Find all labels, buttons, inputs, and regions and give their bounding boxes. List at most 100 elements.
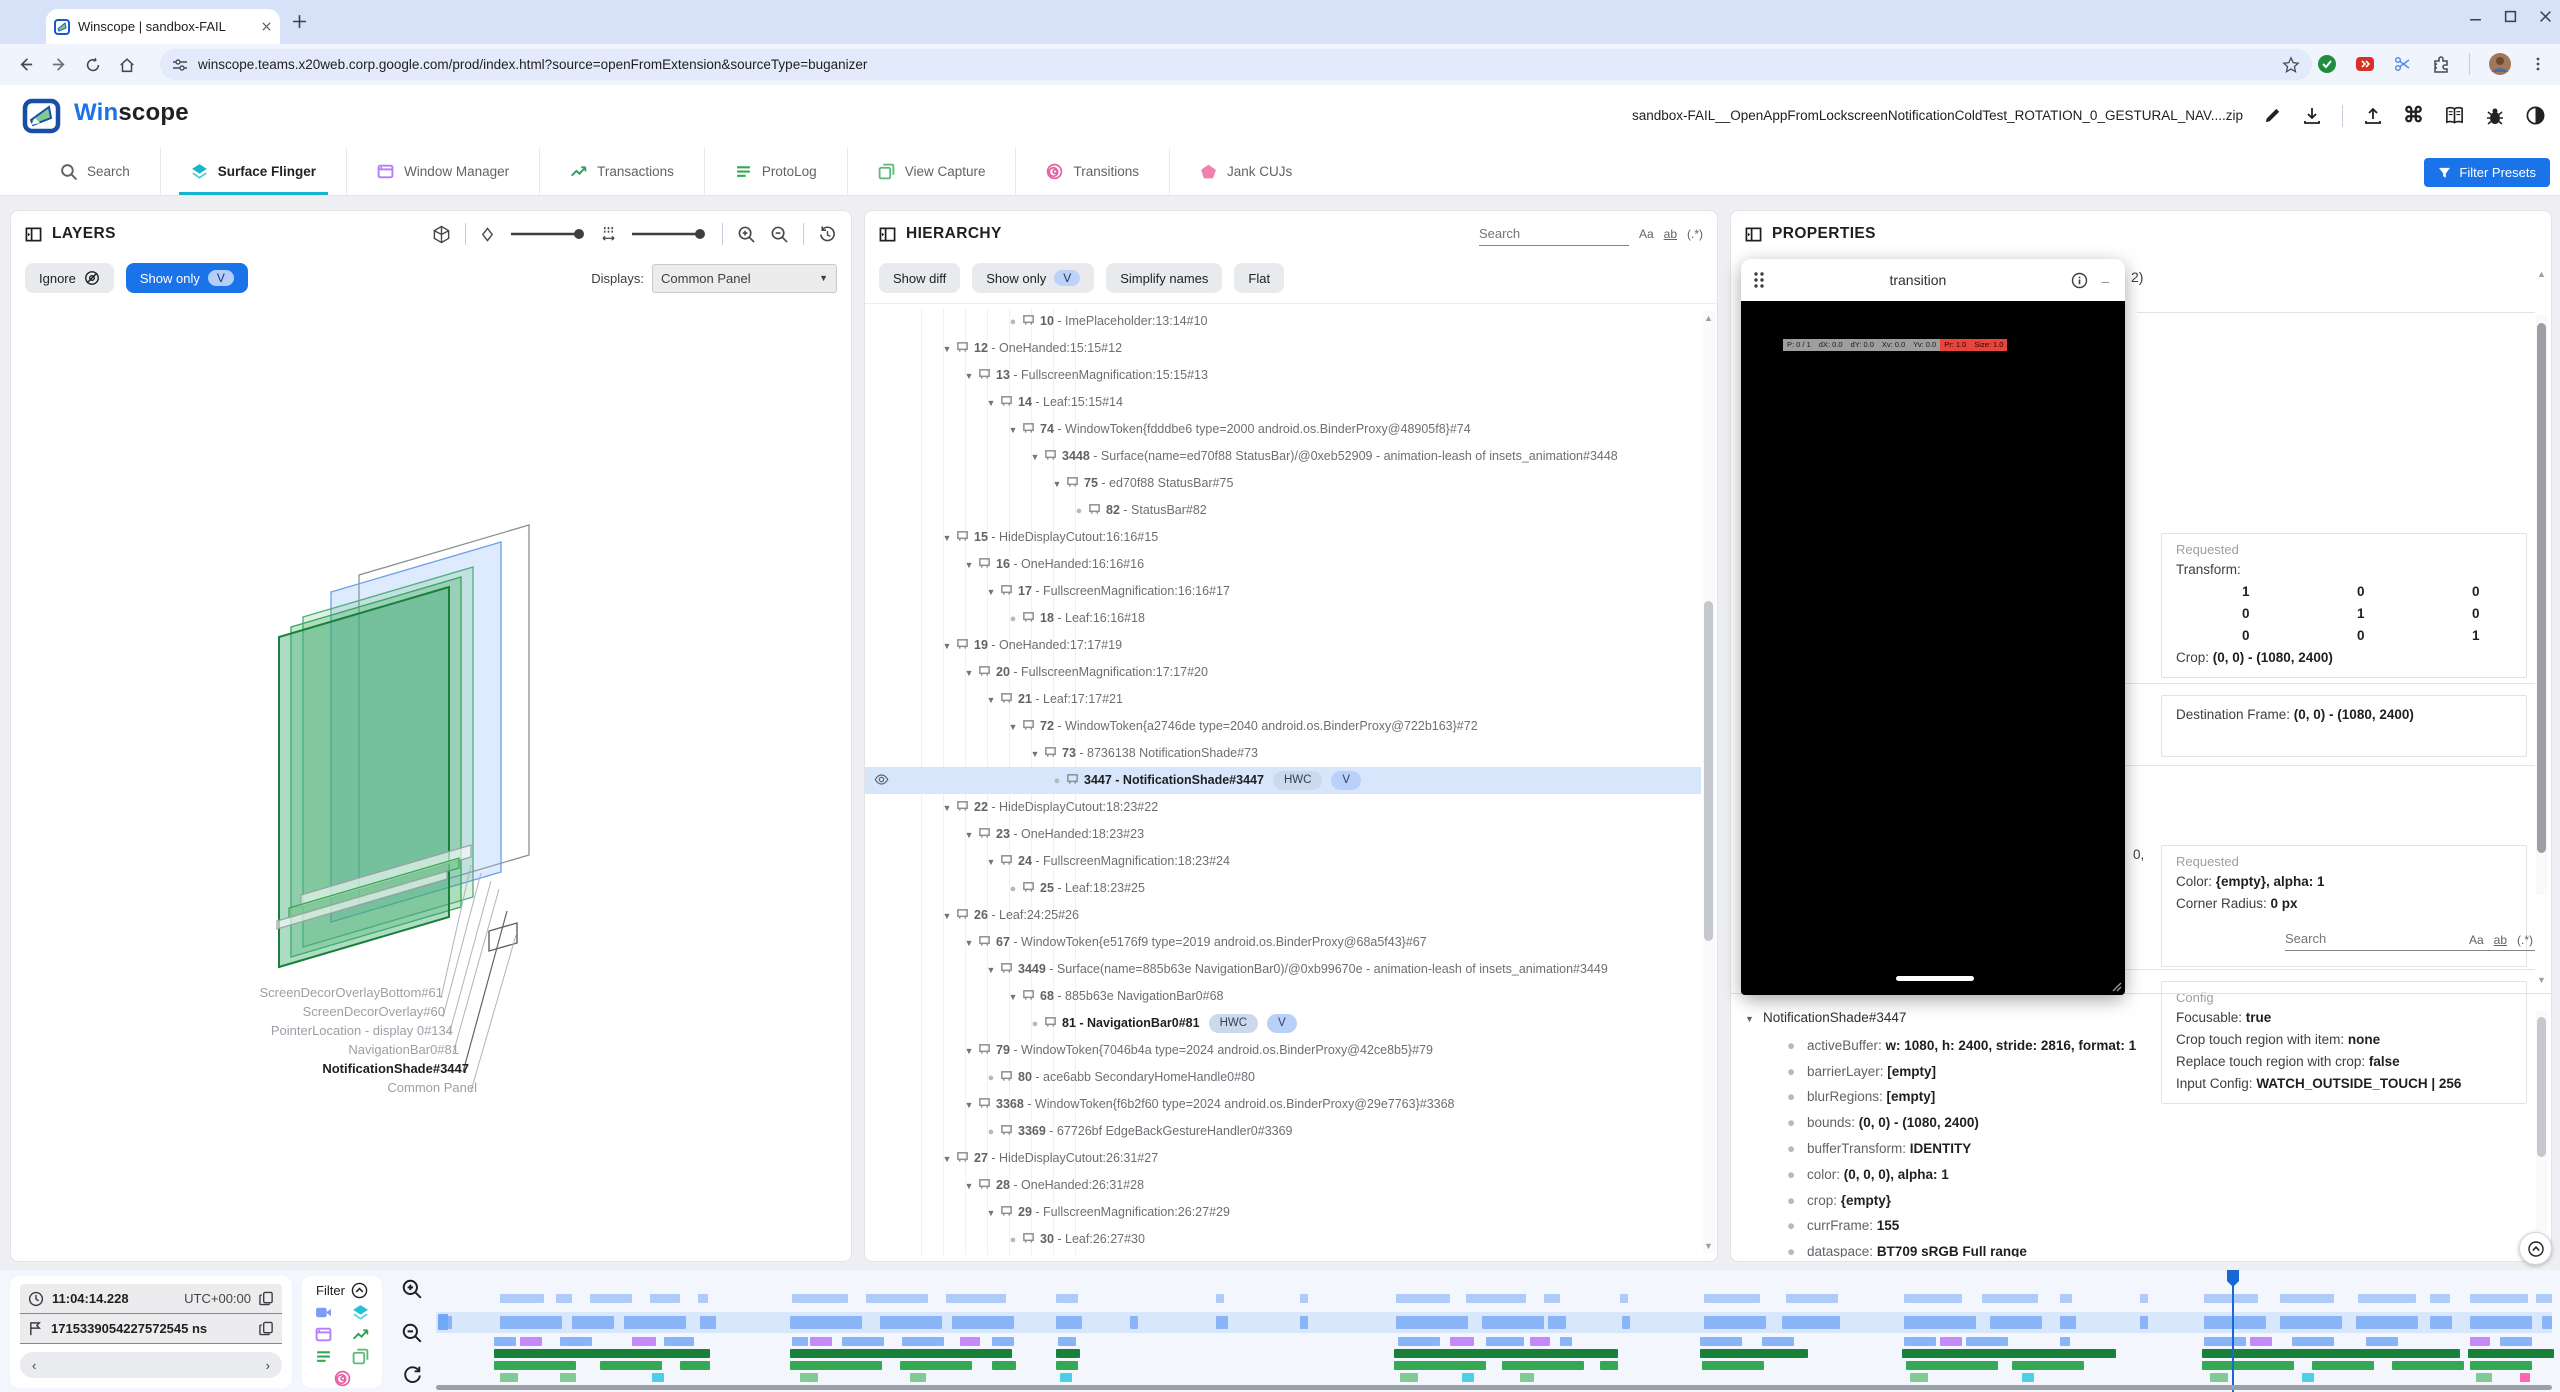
match-case-icon[interactable]: Aa xyxy=(1639,227,1654,241)
drag-handle-icon[interactable] xyxy=(1753,271,1765,289)
expand-arrow-icon[interactable]: ▼ xyxy=(939,633,955,659)
properties-tree[interactable]: ▼NotificationShade#3447●activeBuffer: w:… xyxy=(1745,1005,2533,1257)
expand-arrow-icon[interactable]: ▼ xyxy=(983,849,999,875)
expand-arrow-icon[interactable]: ▼ xyxy=(939,795,955,821)
trace-filter-chart-icon[interactable] xyxy=(352,1326,369,1343)
timeline-cursor[interactable] xyxy=(2232,1270,2234,1392)
expand-arrow-icon[interactable]: ▼ xyxy=(983,957,999,983)
address-bar[interactable]: winscope.teams.x20web.corp.google.com/pr… xyxy=(160,49,2312,80)
resize-handle[interactable] xyxy=(2110,980,2122,992)
hierarchy-node-82[interactable]: ●82 - StatusBar#82 xyxy=(865,497,1701,524)
collapse-panel-icon[interactable] xyxy=(879,226,896,243)
ns-timestamp-value[interactable]: 1715339054227572545 ns xyxy=(51,1321,207,1336)
filter-presets-button[interactable]: Filter Presets xyxy=(2424,158,2550,187)
browser-tab[interactable]: Winscope | sandbox-FAIL xyxy=(46,9,280,44)
documentation-book-icon[interactable] xyxy=(2444,105,2465,126)
hierarchy-node-67[interactable]: ▼67 - WindowToken{e5176f9 type=2019 andr… xyxy=(865,929,1701,956)
hierarchy-node-79[interactable]: ▼79 - WindowToken{7046b4a type=2024 andr… xyxy=(865,1037,1701,1064)
property-item[interactable]: ●bufferTransform: IDENTITY xyxy=(1745,1136,2533,1162)
expand-arrow-icon[interactable]: ▼ xyxy=(983,579,999,605)
search-match-tools[interactable]: Aaab(.*) xyxy=(1639,227,1703,241)
tab-close-icon[interactable] xyxy=(261,21,272,32)
collapse-properties-button[interactable] xyxy=(2519,1232,2552,1265)
timeline-canvas[interactable] xyxy=(436,1270,2560,1392)
timeline-reset-icon[interactable] xyxy=(402,1365,423,1386)
trace-filter-squares-icon[interactable] xyxy=(352,1348,369,1365)
copy-time-icon[interactable] xyxy=(259,1291,274,1306)
hierarchy-node-15[interactable]: ▼15 - HideDisplayCutout:16:16#15 xyxy=(865,524,1701,551)
collapse-panel-icon[interactable] xyxy=(1745,226,1762,243)
hierarchy-node-68[interactable]: ▼68 - 885b63e NavigationBar0#68 xyxy=(865,983,1701,1010)
timeline-zoom-in-icon[interactable] xyxy=(401,1278,423,1300)
spacing-slider[interactable] xyxy=(630,227,708,241)
expand-arrow-icon[interactable]: ▼ xyxy=(961,1173,977,1199)
dark-mode-toggle-icon[interactable] xyxy=(2525,105,2546,126)
chip-show-diff[interactable]: Show diff xyxy=(879,263,960,293)
visibility-eye-icon[interactable] xyxy=(874,772,889,787)
tab-surface-flinger[interactable]: Surface Flinger xyxy=(160,148,346,195)
search-match-tools[interactable]: Aaab(.*) xyxy=(2469,933,2533,947)
expand-arrow-icon[interactable]: ▼ xyxy=(1027,444,1043,470)
hierarchy-scrollbar[interactable]: ▲ ▼ xyxy=(1703,311,1715,1253)
hierarchy-node-3448[interactable]: ▼3448 - Surface(name=ed70f88 StatusBar)/… xyxy=(865,443,1701,470)
expand-arrow-icon[interactable]: ▼ xyxy=(961,1038,977,1064)
regex-icon[interactable]: (.*) xyxy=(2517,933,2533,947)
expand-arrow-icon[interactable]: ▼ xyxy=(939,336,955,362)
shortcuts-command-icon[interactable]: ⌘ xyxy=(2403,103,2424,128)
tab-jank-cujs[interactable]: Jank CUJs xyxy=(1169,148,1322,195)
regex-icon[interactable]: (.*) xyxy=(1687,227,1703,241)
expand-arrow-icon[interactable]: ▼ xyxy=(939,525,955,551)
timestamp-value[interactable]: 11:04:14.228 xyxy=(52,1291,129,1306)
hierarchy-node-13[interactable]: ▼13 - FullscreenMagnification:15:15#13 xyxy=(865,362,1701,389)
trace-filter-window-icon[interactable] xyxy=(315,1326,332,1343)
hierarchy-node-24[interactable]: ▼24 - FullscreenMagnification:18:23#24 xyxy=(865,848,1701,875)
tab-transitions[interactable]: Transitions xyxy=(1015,148,1169,195)
property-item[interactable]: ●blurRegions: [empty] xyxy=(1745,1084,2533,1110)
timeline-cursor-head[interactable] xyxy=(2227,1270,2239,1287)
collapse-filter-icon[interactable] xyxy=(351,1282,368,1299)
properties-tree-scrollbar[interactable] xyxy=(2536,1011,2548,1231)
extensions-puzzle-icon[interactable] xyxy=(2431,54,2451,74)
property-item[interactable]: ●bounds: (0, 0) - (1080, 2400) xyxy=(1745,1110,2533,1136)
expand-arrow-icon[interactable]: ▼ xyxy=(1005,417,1021,443)
scissors-icon[interactable] xyxy=(2393,54,2413,74)
hierarchy-node-18[interactable]: ●18 - Leaf:16:16#18 xyxy=(865,605,1701,632)
edit-icon[interactable] xyxy=(2263,106,2282,125)
hierarchy-node-3368[interactable]: ▼3368 - WindowToken{f6b2f60 type=2024 an… xyxy=(865,1091,1701,1118)
property-item[interactable]: ●color: (0, 0, 0), alpha: 1 xyxy=(1745,1162,2533,1188)
expand-arrow-icon[interactable]: ▼ xyxy=(961,660,977,686)
expand-arrow-icon[interactable]: ▼ xyxy=(983,1200,999,1226)
back-icon[interactable] xyxy=(8,48,42,82)
tune-icon[interactable] xyxy=(172,57,188,73)
chip-flat[interactable]: Flat xyxy=(1234,263,1284,293)
match-case-icon[interactable]: Aa xyxy=(2469,933,2484,947)
prev-entry-icon[interactable]: ‹ xyxy=(32,1358,36,1373)
layers-3d-scene[interactable]: ScreenDecorOverlayBottom#61ScreenDecorOv… xyxy=(11,315,851,1261)
hierarchy-node-72[interactable]: ▼72 - WindowToken{a2746de type=2040 andr… xyxy=(865,713,1701,740)
hierarchy-node-3449[interactable]: ▼3449 - Surface(name=885b63e NavigationB… xyxy=(865,956,1701,983)
expand-arrow-icon[interactable]: ▼ xyxy=(961,363,977,389)
hierarchy-node-30[interactable]: ●30 - Leaf:26:27#30 xyxy=(865,1226,1701,1253)
property-item[interactable]: ●currFrame: 155 xyxy=(1745,1213,2533,1239)
hierarchy-node-16[interactable]: ▼16 - OneHanded:16:16#16 xyxy=(865,551,1701,578)
new-tab-button[interactable] xyxy=(292,14,307,29)
tab-search[interactable]: Search xyxy=(30,148,160,195)
hierarchy-node-73[interactable]: ▼73 - 8736138 NotificationShade#73 xyxy=(865,740,1701,767)
expand-arrow-icon[interactable]: ▼ xyxy=(961,552,977,578)
trace-filter-list-icon[interactable] xyxy=(315,1348,332,1365)
zoom-in-icon[interactable] xyxy=(737,225,756,244)
tab-transactions[interactable]: Transactions xyxy=(539,148,704,195)
url-text[interactable]: winscope.teams.x20web.corp.google.com/pr… xyxy=(198,57,2272,72)
collapse-panel-icon[interactable] xyxy=(25,226,42,243)
hierarchy-node-14[interactable]: ▼14 - Leaf:15:15#14 xyxy=(865,389,1701,416)
tab-protolog[interactable]: ProtoLog xyxy=(704,148,847,195)
profile-avatar[interactable] xyxy=(2488,52,2512,76)
hierarchy-node-21[interactable]: ▼21 - Leaf:17:17#21 xyxy=(865,686,1701,713)
expand-arrow-icon[interactable]: ▼ xyxy=(1049,471,1065,497)
extension-b-icon[interactable] xyxy=(2355,54,2375,74)
property-item[interactable]: ●crop: {empty} xyxy=(1745,1188,2533,1214)
reset-view-history-icon[interactable] xyxy=(818,225,837,244)
transition-overlay-card[interactable]: transition _ P: 0 / 1dX: 0.0dY: 0.0Xv: 0… xyxy=(1741,259,2125,995)
home-icon[interactable] xyxy=(110,48,144,82)
displays-dropdown[interactable]: Common Panel▼ xyxy=(652,264,837,293)
